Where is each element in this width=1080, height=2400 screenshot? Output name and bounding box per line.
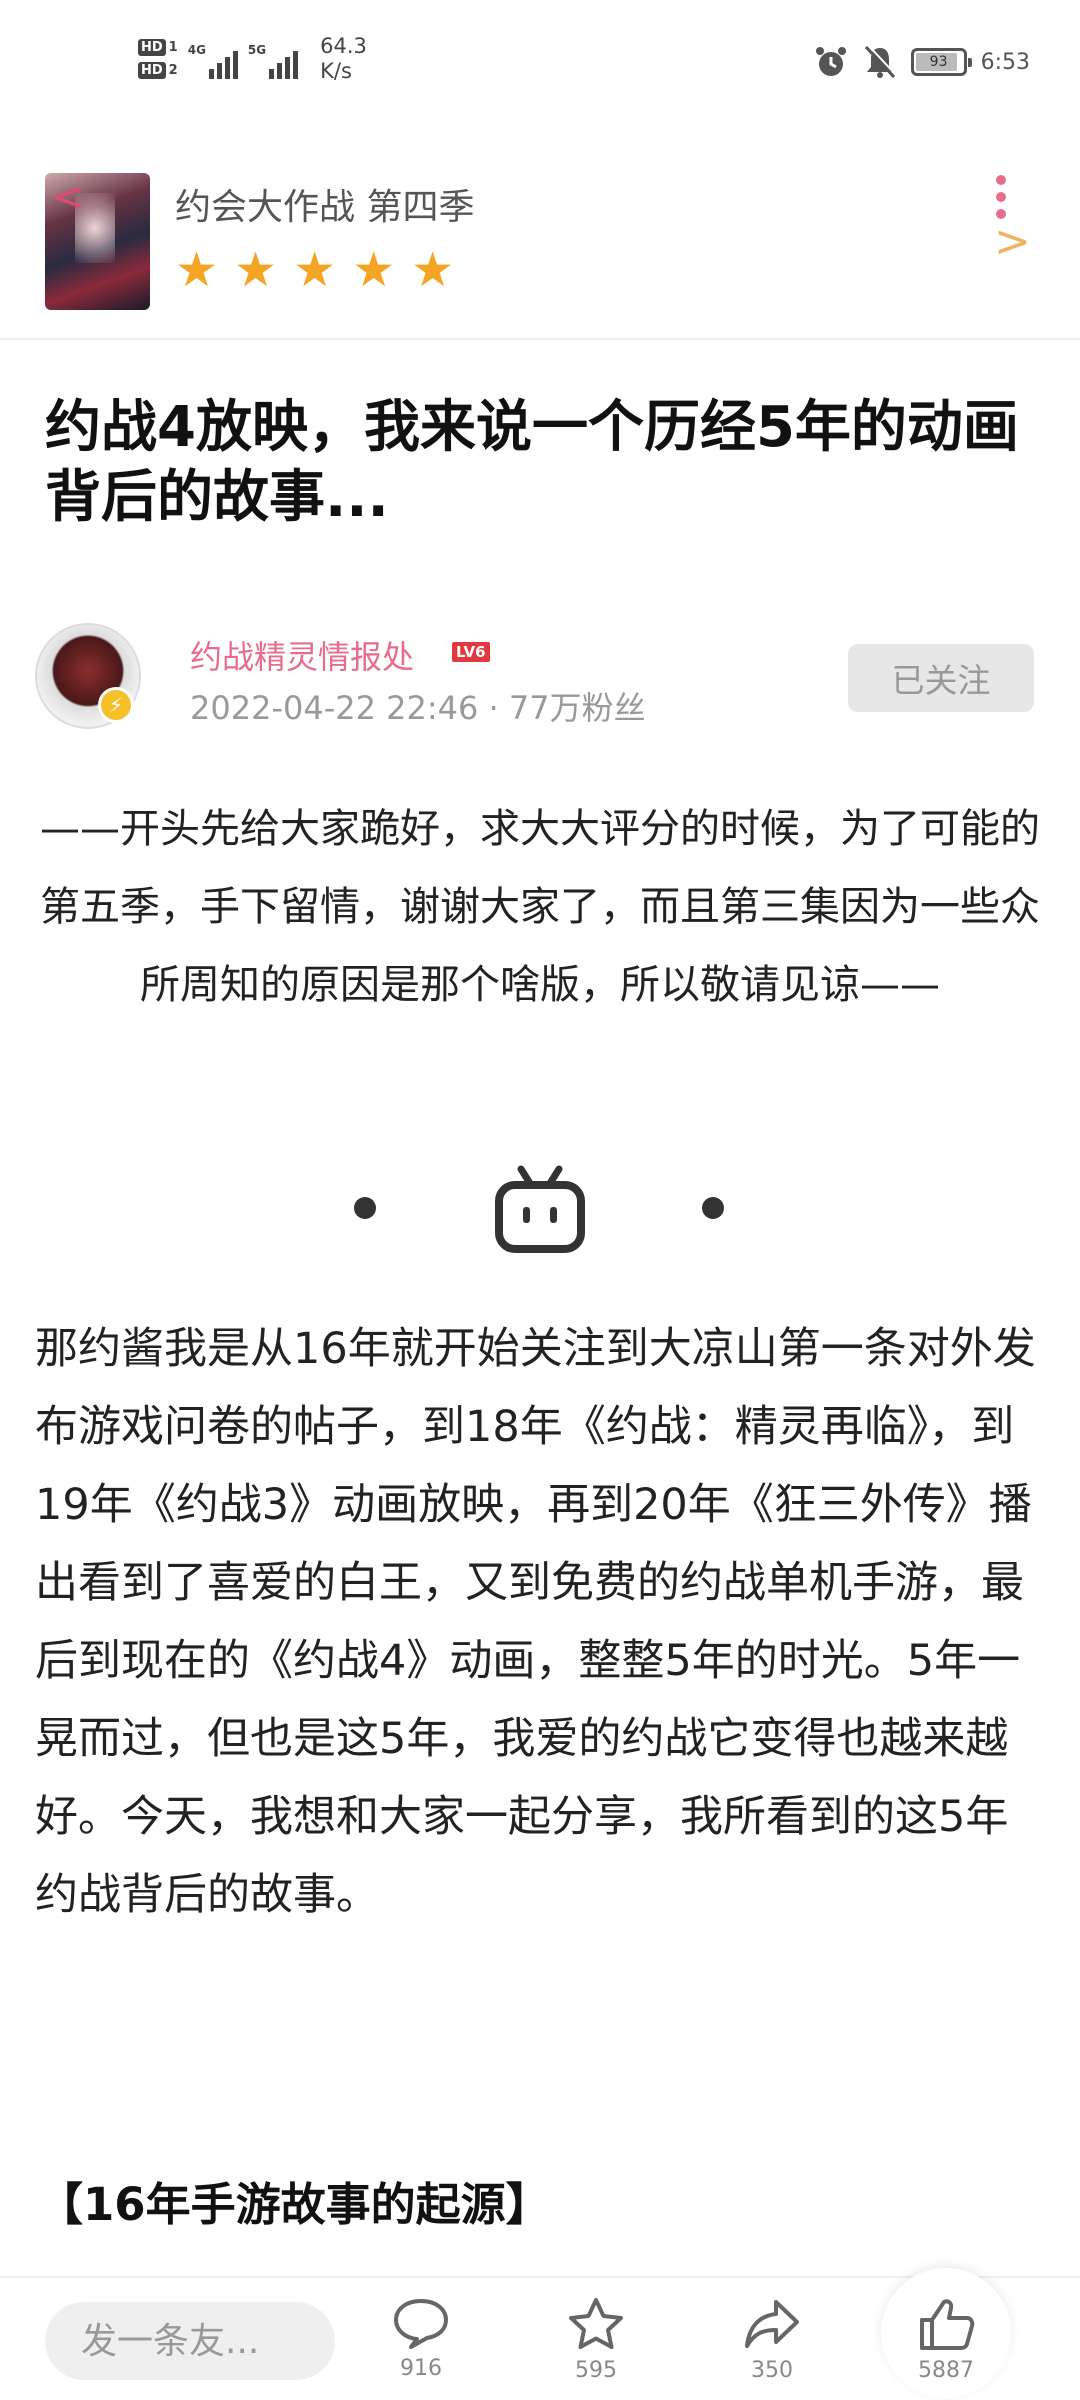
bilibili-tv-icon bbox=[495, 1165, 585, 1253]
comment-count: 916 bbox=[400, 2356, 442, 2381]
anime-header: < 约会大作战 第四季 ★ ★ ★ ★ ★ > bbox=[0, 150, 1080, 340]
favorite-count: 595 bbox=[575, 2358, 617, 2383]
star-rating: ★ ★ ★ ★ ★ bbox=[175, 245, 454, 295]
mute-bell-icon bbox=[864, 44, 897, 79]
comment-button[interactable]: 916 bbox=[366, 2296, 476, 2400]
battery-icon: 93 bbox=[910, 48, 972, 76]
divider-dot bbox=[354, 1197, 376, 1219]
share-arrow-icon bbox=[745, 2300, 799, 2348]
anime-cover-image[interactable]: < bbox=[45, 173, 150, 310]
hd-icon: HD bbox=[138, 39, 166, 56]
content-divider bbox=[0, 1155, 1080, 1255]
post-date: 2022-04-22 22:46 bbox=[190, 689, 479, 727]
author-row: ⚡ 约战精灵情报处 LV6 2022-04-22 22:46 · 77万粉丝 已… bbox=[0, 620, 1080, 730]
author-meta: 2022-04-22 22:46 · 77万粉丝 bbox=[190, 683, 646, 729]
speed-value: 64.3 bbox=[320, 34, 367, 58]
comment-input[interactable] bbox=[45, 2302, 335, 2380]
article-body: 那约酱我是从16年就开始关注到大凉山第一条对外发布游戏问卷的帖子，到18年《约战… bbox=[35, 1324, 1036, 1920]
back-arrow-icon[interactable]: < bbox=[51, 177, 85, 217]
battery-percent: 93 bbox=[929, 54, 948, 70]
hd-icon: HD bbox=[138, 62, 166, 79]
level-badge: LV6 bbox=[452, 642, 490, 662]
rating-star-icon: ★ bbox=[293, 242, 337, 298]
more-options-icon[interactable] bbox=[996, 175, 1006, 219]
status-right: 93 6:53 bbox=[813, 44, 1030, 80]
share-count: 350 bbox=[751, 2358, 793, 2383]
star-icon bbox=[569, 2298, 623, 2349]
alarm-icon bbox=[815, 47, 846, 76]
chevron-right-icon[interactable]: > bbox=[994, 216, 1031, 267]
like-count: 5887 bbox=[918, 2358, 974, 2383]
speed-unit: K/s bbox=[320, 59, 352, 83]
network-type-label: 5G bbox=[247, 43, 267, 57]
anime-title[interactable]: 约会大作战 第四季 bbox=[175, 178, 474, 230]
share-button[interactable]: 350 bbox=[717, 2296, 827, 2400]
review-page: HD 1 HD 2 4G 5G 64.3 K/s 93 6:53 < 约会大作战… bbox=[0, 0, 1080, 2400]
author-name[interactable]: 约战精灵情报处 bbox=[190, 632, 414, 678]
sim2-number: 2 bbox=[168, 63, 178, 78]
rating-star-icon: ★ bbox=[352, 242, 396, 298]
like-button[interactable]: 5887 bbox=[891, 2296, 1001, 2400]
intro-paragraph: ——开头先给大家跪好，求大大评分的时候，为了可能的第五季，手下留情，谢谢大家了，… bbox=[40, 806, 1040, 1008]
sim2-indicator: HD 2 bbox=[138, 62, 178, 79]
verified-badge-icon: ⚡ bbox=[98, 687, 134, 723]
sim1-number: 1 bbox=[168, 40, 178, 55]
follow-button[interactable]: 已关注 bbox=[848, 644, 1034, 712]
rating-star-icon: ★ bbox=[175, 242, 219, 298]
favorite-button[interactable]: 595 bbox=[541, 2296, 651, 2400]
divider-dot bbox=[702, 1197, 724, 1219]
status-time: 6:53 bbox=[980, 49, 1030, 75]
signal-4g-icon: 4G bbox=[188, 39, 238, 79]
bottom-action-bar: 916 595 350 5887 bbox=[0, 2268, 1080, 2400]
fan-count: 77万粉丝 bbox=[508, 689, 646, 727]
status-bar: HD 1 HD 2 4G 5G 64.3 K/s 93 6:53 bbox=[0, 0, 1080, 120]
sim-indicators: HD 1 HD 2 bbox=[138, 39, 178, 79]
network-speed: 64.3 K/s bbox=[320, 34, 367, 84]
network-type-label: 4G bbox=[187, 43, 206, 57]
comment-bubble-icon bbox=[394, 2299, 448, 2349]
thumbs-up-icon bbox=[920, 2299, 975, 2350]
rating-star-icon: ★ bbox=[411, 242, 455, 298]
signal-5g-icon: 5G bbox=[247, 39, 299, 79]
meta-separator: · bbox=[488, 689, 499, 727]
status-left: HD 1 HD 2 4G 5G 64.3 K/s bbox=[138, 34, 367, 84]
section-heading: 【16年手游故事的起源】 bbox=[38, 2178, 551, 2231]
sim1-indicator: HD 1 bbox=[138, 39, 178, 56]
rating-star-icon: ★ bbox=[234, 242, 278, 298]
article-title: 约战4放映，我来说一个历经5年的动画背后的故事... bbox=[45, 395, 1019, 530]
